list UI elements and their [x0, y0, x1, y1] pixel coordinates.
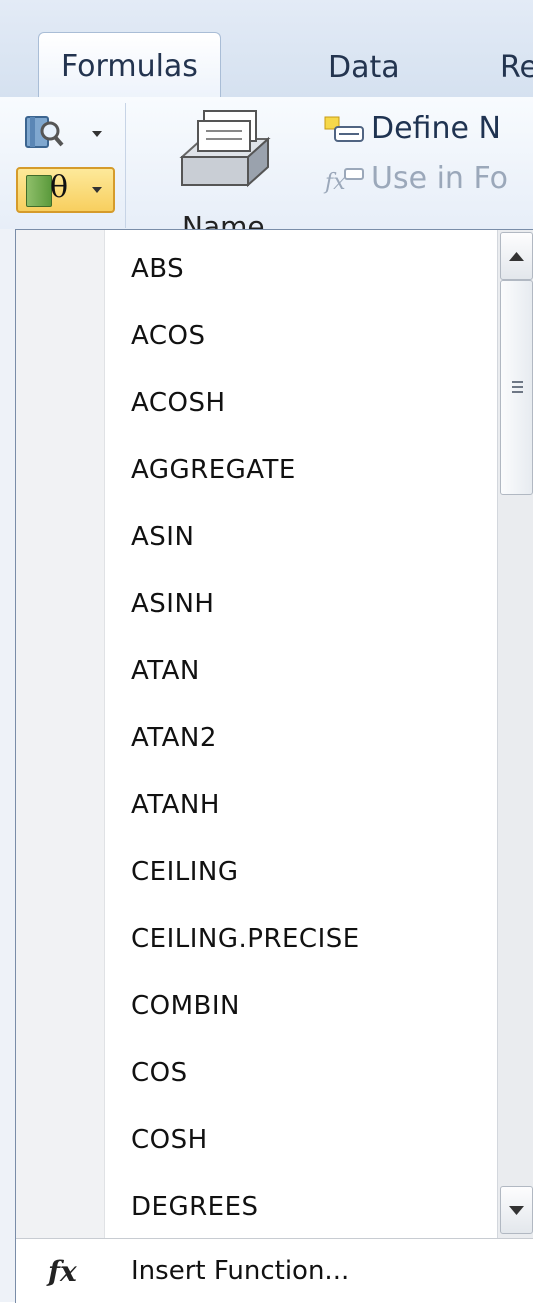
tab-data[interactable]: Data [328, 40, 400, 97]
math-trig-dropdown-menu: ABS ACOS ACOSH AGGREGATE ASIN ASINH ATAN… [15, 229, 533, 1303]
menu-item-degrees[interactable]: DEGREES [105, 1174, 497, 1240]
menu-item-label: COSH [131, 1125, 208, 1155]
menu-item-label: ATANH [131, 790, 220, 820]
lookup-reference-button[interactable] [16, 111, 111, 153]
menu-item-label: ASIN [131, 522, 195, 552]
name-manager-icon[interactable] [172, 107, 276, 202]
menu-item-label: ASINH [131, 589, 215, 619]
ribbon-body: θ Name Define N fx Use in Fo [0, 97, 533, 229]
menu-item-label: DEGREES [131, 1192, 259, 1222]
menu-item-asin[interactable]: ASIN [105, 504, 497, 570]
ribbon-tab-strip: Formulas Data Re [0, 0, 533, 99]
chevron-down-icon [92, 131, 102, 137]
scroll-up-button[interactable] [500, 232, 533, 280]
grip-line [512, 386, 523, 388]
fx-icon: fx [48, 1255, 77, 1288]
scroll-down-button[interactable] [500, 1186, 533, 1234]
scroll-thumb[interactable] [500, 280, 533, 495]
insert-function-menu-item[interactable]: fx Insert Function... [16, 1239, 533, 1303]
tab-formulas[interactable]: Formulas [38, 32, 221, 99]
grip-line [512, 391, 523, 393]
menu-item-cosh[interactable]: COSH [105, 1107, 497, 1173]
lookup-book-icon [25, 116, 64, 148]
math-trig-button[interactable]: θ [16, 167, 115, 213]
menu-scrollbar[interactable] [497, 230, 533, 1238]
menu-item-acosh[interactable]: ACOSH [105, 370, 497, 436]
svg-text:fx: fx [323, 170, 346, 195]
worksheet-edge [0, 229, 16, 1302]
menu-item-label: ATAN [131, 656, 200, 686]
name-manager-label: Name [182, 210, 265, 229]
use-in-formula-label: Use in Fo [371, 161, 509, 196]
menu-item-label: COMBIN [131, 991, 241, 1021]
menu-item-acos[interactable]: ACOS [105, 303, 497, 369]
menu-item-aggregate[interactable]: AGGREGATE [105, 437, 497, 503]
menu-item-combin[interactable]: COMBIN [105, 973, 497, 1039]
menu-item-label: ABS [131, 254, 185, 284]
menu-item-label: CEILING.PRECISE [131, 924, 360, 954]
use-in-formula-button[interactable]: fx Use in Fo [323, 161, 508, 196]
function-library-book-icon [26, 175, 52, 207]
menu-item-label: ATAN2 [131, 723, 217, 753]
menu-item-label: ACOS [131, 321, 206, 351]
menu-item-atan[interactable]: ATAN [105, 638, 497, 704]
menu-item-atan2[interactable]: ATAN2 [105, 705, 497, 771]
triangle-down-icon [509, 1206, 524, 1215]
tab-review[interactable]: Re [500, 40, 533, 97]
menu-item-label: COS [131, 1058, 188, 1088]
menu-item-label: ACOSH [131, 388, 226, 418]
chevron-down-icon [92, 187, 102, 193]
menu-item-cos[interactable]: COS [105, 1040, 497, 1106]
grip-line [512, 381, 523, 383]
define-name-icon [324, 116, 364, 142]
define-name-button[interactable]: Define N [323, 111, 501, 146]
theta-icon: θ [50, 170, 69, 205]
menu-item-label: AGGREGATE [131, 455, 296, 485]
menu-item-atanh[interactable]: ATANH [105, 772, 497, 838]
menu-item-abs[interactable]: ABS [105, 236, 497, 302]
menu-item-label: CEILING [131, 857, 239, 887]
menu-item-asinh[interactable]: ASINH [105, 571, 497, 637]
triangle-up-icon [509, 252, 524, 261]
menu-icon-gutter [16, 230, 104, 1238]
insert-function-label: Insert Function... [131, 1256, 350, 1286]
ribbon-separator [125, 103, 126, 228]
fx-icon: fx [323, 168, 364, 195]
define-name-label: Define N [371, 111, 501, 146]
menu-item-ceiling-precise[interactable]: CEILING.PRECISE [105, 906, 497, 972]
menu-item-ceiling[interactable]: CEILING [105, 839, 497, 905]
